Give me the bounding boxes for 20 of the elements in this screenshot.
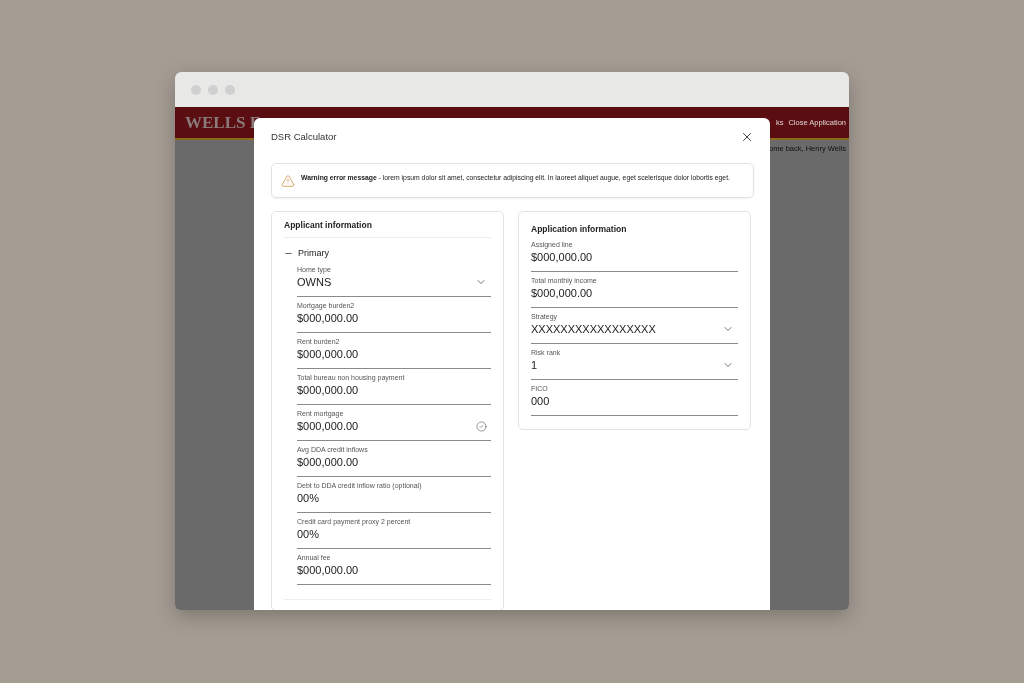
section-header[interactable]: Primary: [298, 246, 329, 261]
field-value: 00%: [297, 527, 320, 543]
field-value: $000,000.00: [297, 419, 359, 435]
field-value: $000,000.00: [297, 383, 359, 399]
field-value: $000,000.00: [297, 311, 359, 327]
field-value: $000,000.00: [297, 455, 359, 471]
warning-icon: [281, 174, 295, 188]
card-title: Application information: [531, 223, 628, 236]
field-value: OWNS: [297, 275, 332, 291]
field-value: $000,000.00: [531, 285, 593, 301]
card-title: Applicant information: [284, 219, 491, 238]
field-value: $000,000.00: [531, 249, 593, 265]
close-icon[interactable]: [740, 130, 754, 144]
dialog-title: DSR Calculator: [271, 129, 337, 144]
field-value: 1: [531, 357, 538, 373]
field-value: XXXXXXXXXXXXXXXXX: [531, 321, 656, 337]
field-value: $000,000.00: [297, 563, 359, 579]
field-value: $000,000.00: [297, 347, 359, 363]
field-value: 000: [531, 393, 550, 409]
field-value: 00%: [297, 491, 320, 507]
